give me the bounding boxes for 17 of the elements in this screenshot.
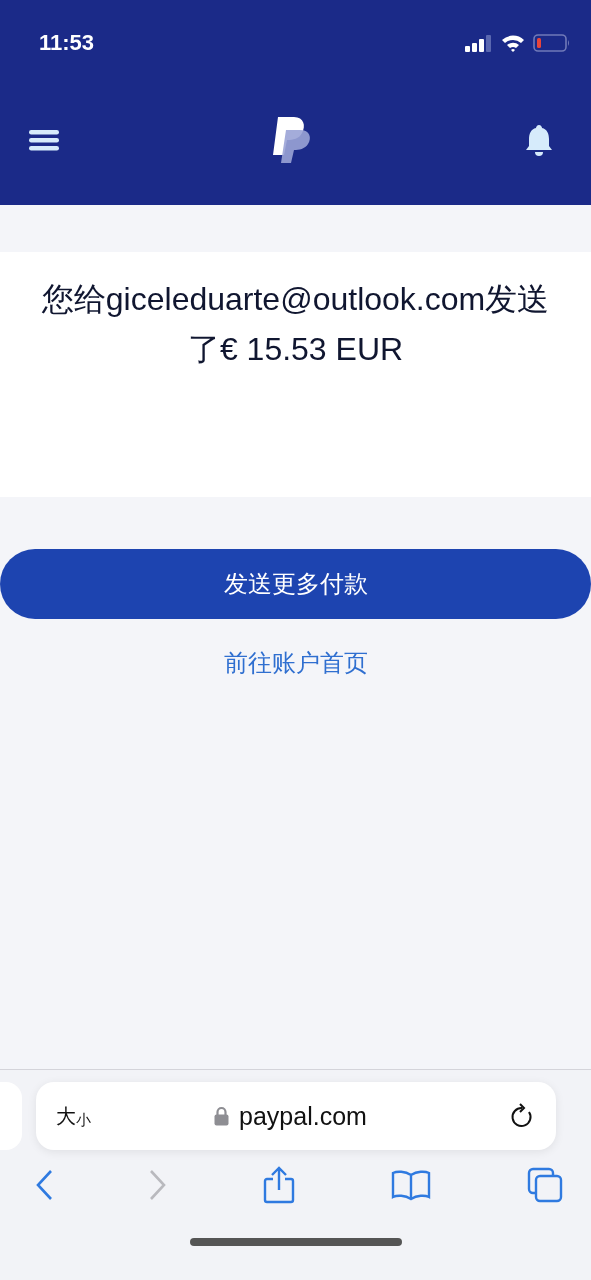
account-home-link[interactable]: 前往账户首页 — [223, 647, 368, 679]
reload-icon[interactable] — [510, 1103, 534, 1129]
notifications-button[interactable] — [525, 123, 553, 156]
wifi-icon — [501, 34, 525, 52]
logo-icon — [272, 115, 312, 164]
signal-icon — [465, 34, 493, 52]
status-time: 11:53 — [39, 30, 95, 56]
back-button[interactable] — [35, 1169, 53, 1201]
share-button[interactable] — [263, 1166, 295, 1204]
send-more-button[interactable]: 发送更多付款 — [0, 549, 591, 619]
menu-button[interactable] — [29, 128, 59, 151]
battery-icon — [533, 34, 571, 52]
lock-icon — [214, 1106, 230, 1126]
tabs-button[interactable] — [527, 1167, 563, 1203]
address-text: paypal.com — [239, 1101, 367, 1131]
bookmarks-button[interactable] — [391, 1169, 431, 1201]
confirmation-message: 您给giceleduarte@outlook.com发送了€ 15.53 EUR — [40, 280, 551, 369]
